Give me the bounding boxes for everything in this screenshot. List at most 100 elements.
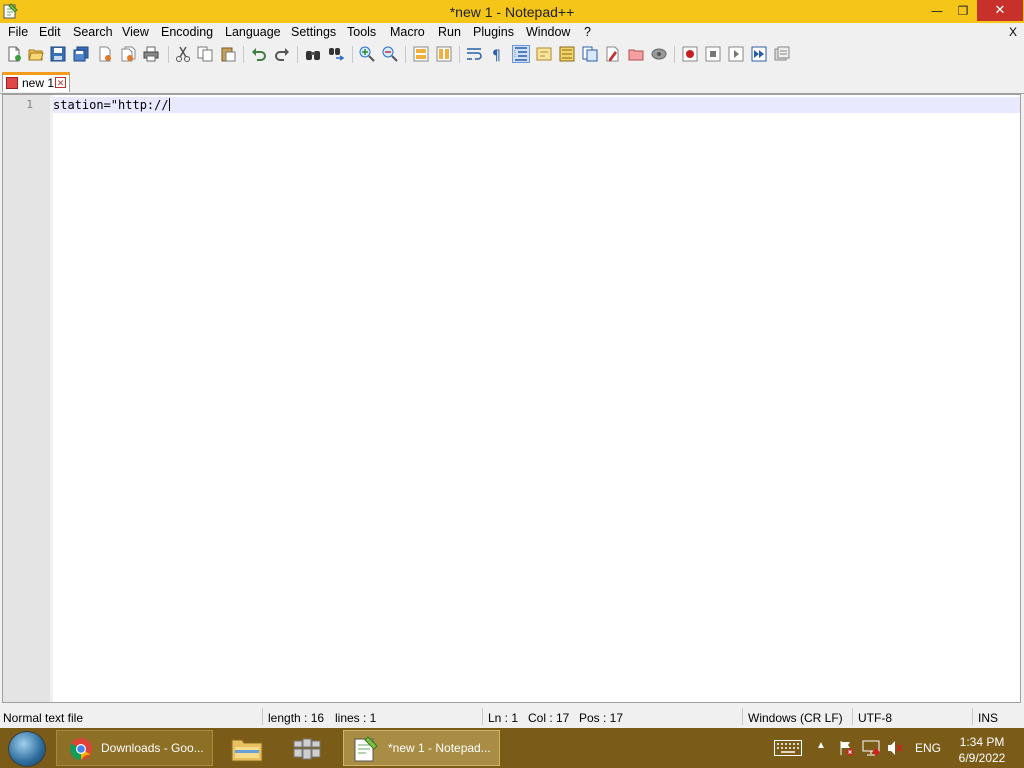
taskbar-chrome[interactable]: Downloads - Goo... <box>56 730 213 766</box>
action-center-flag-icon[interactable] <box>838 740 854 756</box>
on-screen-keyboard-icon[interactable] <box>774 740 802 756</box>
save-all-icon[interactable] <box>73 46 89 62</box>
show-all-chars-icon[interactable]: ¶ <box>489 46 505 62</box>
status-encoding: UTF-8 <box>858 711 892 725</box>
menu-edit[interactable]: Edit <box>39 25 61 39</box>
menu-language[interactable]: Language <box>225 25 281 39</box>
status-file-type: Normal text file <box>3 711 84 725</box>
status-eol: Windows (CR LF) <box>748 711 843 725</box>
code-line[interactable]: station="http:// <box>53 98 170 112</box>
new-file-icon[interactable] <box>6 46 22 62</box>
status-col: Col : 17 <box>528 711 570 725</box>
record-macro-icon[interactable] <box>682 46 698 62</box>
toolbar-separator <box>459 46 460 63</box>
run-macro-multiple-icon[interactable] <box>751 46 767 62</box>
close-document-button[interactable]: X <box>1009 25 1017 39</box>
replace-icon[interactable] <box>328 46 344 62</box>
clock-date: 6/9/2022 <box>958 751 1006 765</box>
status-ln: Ln : 1 <box>488 711 519 725</box>
undo-icon[interactable] <box>251 46 267 62</box>
menu-plugins[interactable]: Plugins <box>473 25 514 39</box>
folder-workspace-icon[interactable] <box>605 46 621 62</box>
save-icon[interactable] <box>50 46 66 62</box>
word-wrap-icon[interactable] <box>466 46 482 62</box>
find-icon[interactable] <box>305 46 321 62</box>
status-pos: Pos : 17 <box>579 711 624 725</box>
menu-settings[interactable]: Settings <box>291 25 336 39</box>
menu-macro[interactable]: Macro <box>390 25 425 39</box>
status-bar: Normal text file length : 16 lines : 1 L… <box>0 706 1024 728</box>
status-divider <box>262 708 263 725</box>
status-divider <box>972 708 973 725</box>
taskbar-pinned-app[interactable] <box>287 730 327 766</box>
status-divider <box>742 708 743 725</box>
folder-icon <box>231 736 263 762</box>
tab-label: new 1 <box>22 76 55 90</box>
copy-icon[interactable] <box>197 46 213 62</box>
open-file-icon[interactable] <box>28 46 44 62</box>
taskbar-file-explorer[interactable] <box>227 730 265 766</box>
status-length: length : 16 <box>268 711 325 725</box>
indent-guide-icon[interactable] <box>512 45 530 63</box>
menu-run[interactable]: Run <box>438 25 461 39</box>
paste-icon[interactable] <box>220 46 236 62</box>
menu-bar: File Edit Search View Encoding Language … <box>0 23 1024 42</box>
toolbar-separator <box>168 46 169 63</box>
svg-text:¶: ¶ <box>492 48 501 62</box>
input-language[interactable]: ENG <box>915 741 941 755</box>
toolbar-separator <box>352 46 353 63</box>
function-list-icon[interactable] <box>582 46 598 62</box>
line-number: 1 <box>26 98 33 111</box>
app-grid-icon <box>292 737 322 761</box>
clock[interactable]: 1:34 PM 6/9/2022 <box>950 734 1014 766</box>
taskbar-notepadpp-label: *new 1 - Notepad... <box>388 741 491 755</box>
close-icon[interactable] <box>97 46 113 62</box>
code-text: station="http:// <box>53 98 169 112</box>
show-hidden-icons-button[interactable]: ▲ <box>816 740 826 751</box>
zoom-out-icon[interactable] <box>382 46 398 62</box>
stop-record-icon[interactable] <box>705 46 721 62</box>
start-button[interactable] <box>8 731 46 767</box>
toolbar-separator <box>674 46 675 63</box>
taskbar-notepadpp[interactable]: *new 1 - Notepad... <box>343 730 500 766</box>
zoom-in-icon[interactable] <box>359 46 375 62</box>
redo-icon[interactable] <box>274 46 290 62</box>
window-title: *new 1 - Notepad++ <box>449 4 575 20</box>
document-map-icon[interactable] <box>559 46 575 62</box>
tab-new-1[interactable]: new 1 ✕ <box>2 72 70 92</box>
cut-icon[interactable] <box>175 46 191 62</box>
current-line-highlight <box>53 97 1020 113</box>
title-bar: *new 1 - Notepad++ — ❐ ✕ <box>0 0 1024 23</box>
text-caret <box>168 98 170 111</box>
status-lines: lines : 1 <box>335 711 377 725</box>
close-all-icon[interactable] <box>120 46 136 62</box>
play-macro-icon[interactable] <box>728 46 744 62</box>
menu-encoding[interactable]: Encoding <box>161 25 213 39</box>
tab-close-button[interactable]: ✕ <box>55 77 66 88</box>
menu-view[interactable]: View <box>122 25 149 39</box>
save-macro-icon[interactable] <box>774 46 790 62</box>
menu-tools[interactable]: Tools <box>347 25 376 39</box>
sync-horizontal-icon[interactable] <box>436 46 452 62</box>
volume-muted-icon[interactable] <box>886 740 904 756</box>
toolbar-separator <box>243 46 244 63</box>
sync-vertical-icon[interactable] <box>413 46 429 62</box>
menu-file[interactable]: File <box>8 25 28 39</box>
restore-button[interactable]: ❐ <box>948 0 978 21</box>
taskbar: Downloads - Goo... *new 1 - Notepad... ▲… <box>0 728 1024 768</box>
network-icon[interactable] <box>862 740 880 756</box>
close-window-button[interactable]: ✕ <box>977 0 1023 21</box>
folder-icon[interactable] <box>628 46 644 62</box>
menu-help[interactable]: ? <box>584 25 591 39</box>
editor-area[interactable]: 1 station="http:// <box>2 94 1021 703</box>
toolbar-separator <box>297 46 298 63</box>
clock-time: 1:34 PM <box>959 735 1005 749</box>
user-language-icon[interactable] <box>536 46 552 62</box>
menu-search[interactable]: Search <box>73 25 113 39</box>
menu-window[interactable]: Window <box>526 25 570 39</box>
fold-margin[interactable] <box>50 95 53 702</box>
taskbar-chrome-label: Downloads - Goo... <box>101 741 204 755</box>
print-icon[interactable] <box>143 46 159 62</box>
status-insert-mode: INS <box>978 711 999 725</box>
monitoring-icon[interactable] <box>651 46 667 62</box>
